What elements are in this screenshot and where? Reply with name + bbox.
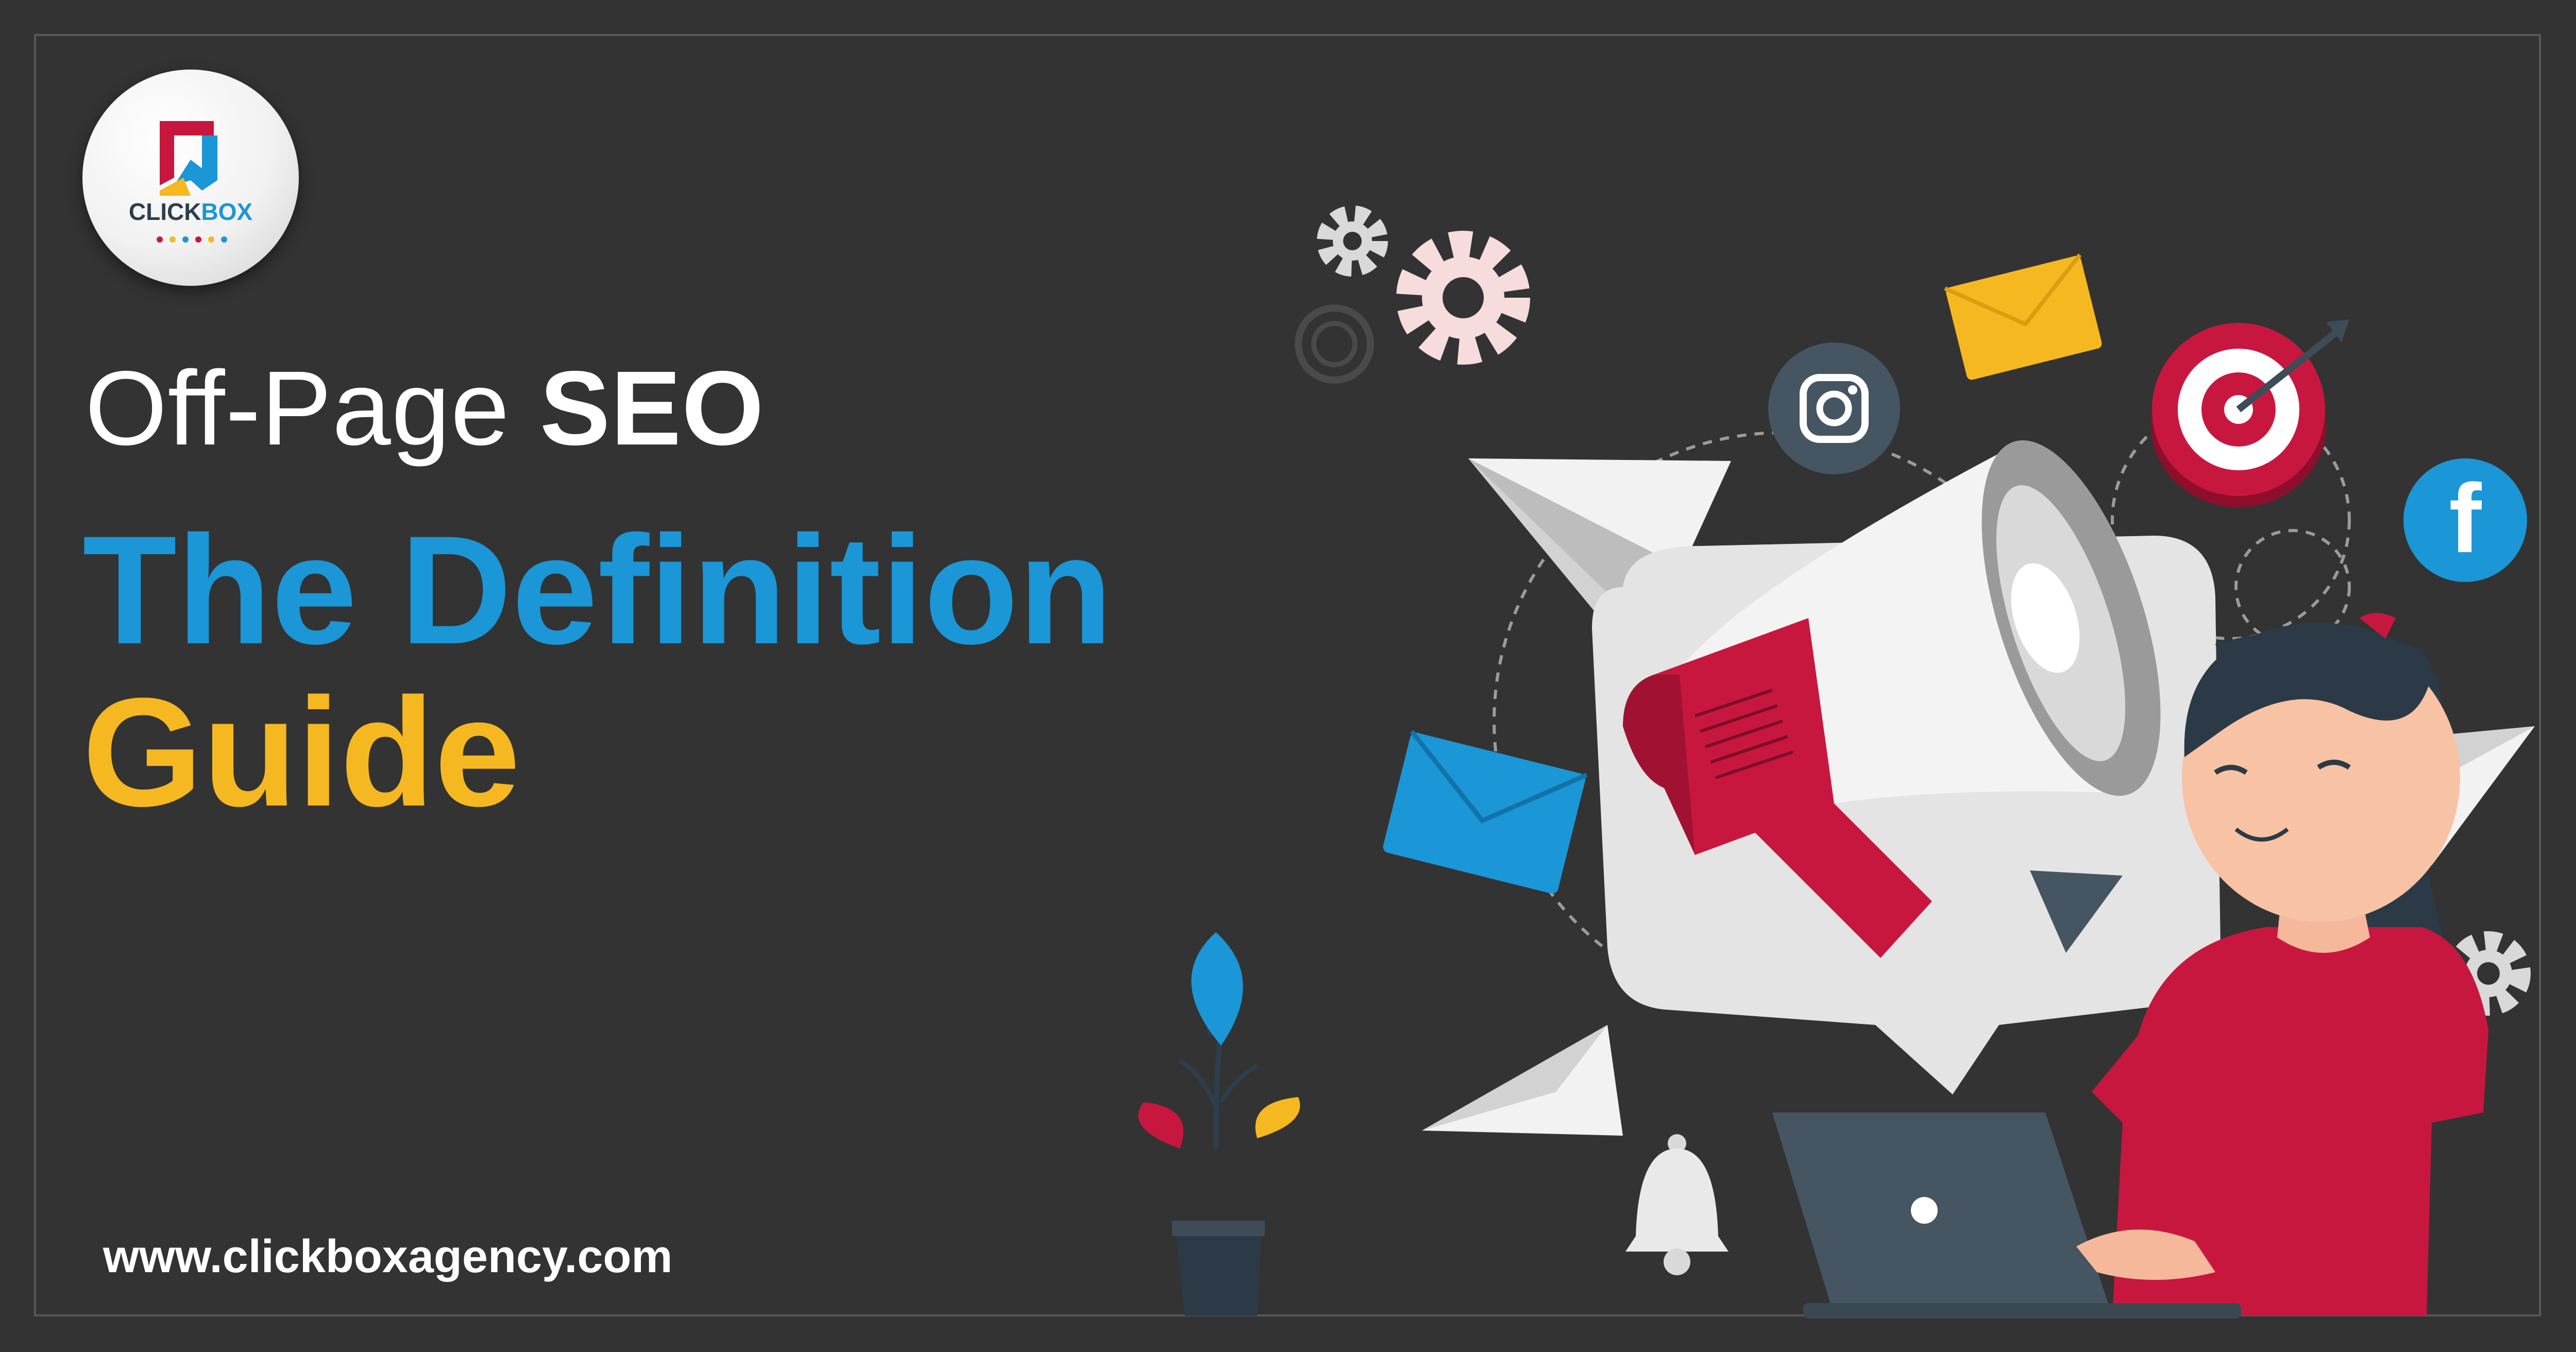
instagram-icon: [1768, 343, 1900, 474]
gear-icon: [1317, 206, 1388, 277]
facebook-icon: f: [2403, 458, 2527, 582]
paper-plane-bottom-icon: [1422, 1025, 1623, 1136]
gear-pink-icon: [1396, 231, 1530, 365]
marketing-illustration: f: [1138, 206, 2535, 1319]
plant-icon: [1138, 932, 1300, 1316]
bell-icon: [1625, 1134, 1728, 1275]
svg-text:f: f: [2449, 464, 2482, 573]
target-icon: [2151, 319, 2349, 507]
envelope-blue-icon: [1383, 730, 1588, 894]
envelope-yellow-icon: [1944, 253, 2102, 380]
gear-outline-icon: [1295, 304, 1374, 384]
